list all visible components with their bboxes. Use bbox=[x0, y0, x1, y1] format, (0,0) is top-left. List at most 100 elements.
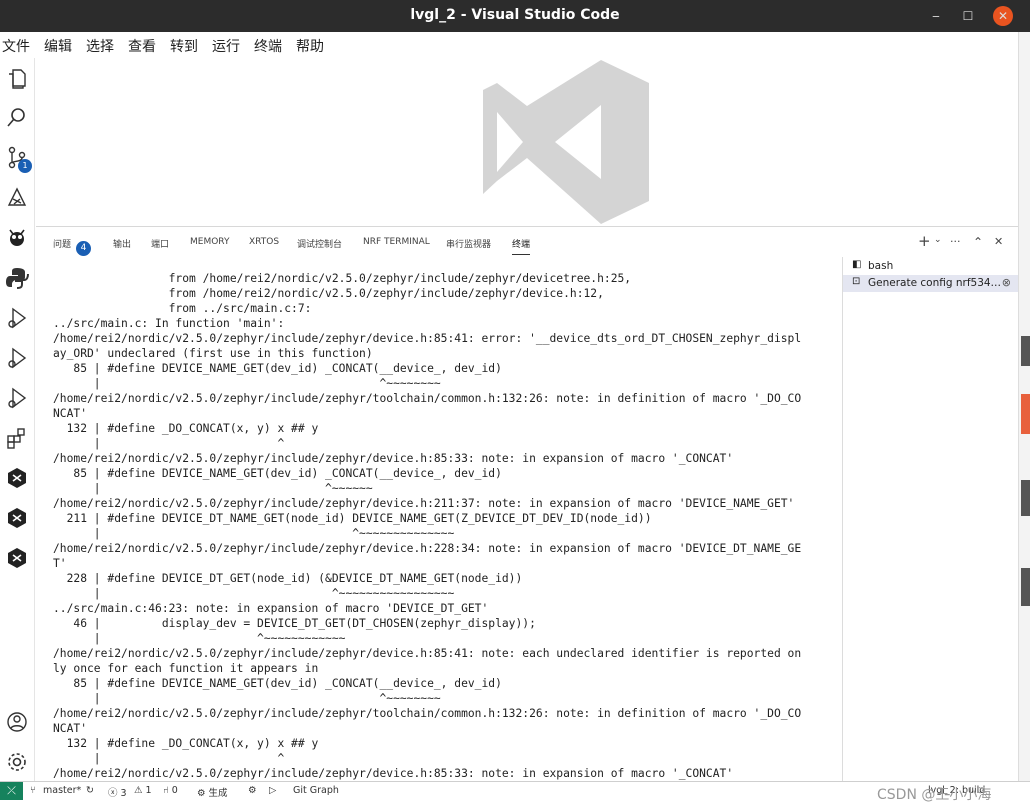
menu-edit[interactable]: 编辑 bbox=[44, 36, 72, 56]
csdn-watermark: CSDN @王小小海 bbox=[877, 787, 992, 803]
menu-selection[interactable]: 选择 bbox=[86, 36, 114, 56]
nordic-icon[interactable] bbox=[4, 465, 30, 491]
git-graph-button[interactable]: Git Graph bbox=[293, 785, 339, 796]
terminal-line: /home/rei2/nordic/v2.5.0/zephyr/include/… bbox=[53, 497, 795, 510]
debug-icon[interactable] bbox=[4, 385, 30, 411]
terminal-line: /home/rei2/nordic/v2.5.0/zephyr/include/… bbox=[53, 647, 802, 660]
terminal-line: | ^ bbox=[53, 752, 285, 765]
tab-nrf-terminal[interactable]: NRF TERMINAL bbox=[363, 237, 430, 247]
menu-terminal[interactable]: 终端 bbox=[254, 36, 282, 56]
maximize-panel-button[interactable]: ⌃ bbox=[973, 235, 983, 249]
terminal-line: | ^ bbox=[53, 437, 285, 450]
minimize-button[interactable]: ‒ bbox=[926, 6, 946, 26]
run-button[interactable]: ▷ bbox=[269, 785, 276, 796]
terminal-item-label: bash bbox=[868, 260, 894, 272]
menu-bar: 文件 编辑 选择 查看 转到 运行 终端 帮助 bbox=[0, 32, 1018, 58]
more-actions-button[interactable]: ··· bbox=[950, 235, 961, 248]
chevron-down-icon[interactable]: ⌄ bbox=[934, 235, 942, 245]
errors-count[interactable]: ⓧ 3 bbox=[108, 785, 127, 799]
tab-xrtos[interactable]: XRTOS bbox=[249, 237, 279, 247]
terminal-line: 228 | #define DEVICE_DT_GET(node_id) (&D… bbox=[53, 572, 523, 585]
terminal-line: /home/rei2/nordic/v2.5.0/zephyr/include/… bbox=[53, 767, 734, 780]
extensions-icon[interactable] bbox=[4, 425, 30, 451]
debug-icon[interactable] bbox=[4, 345, 30, 371]
problems-count-badge: 4 bbox=[76, 241, 92, 256]
terminal-line: ../src/main.c:46:23: note: in expansion … bbox=[53, 602, 489, 615]
background-block bbox=[1021, 336, 1030, 366]
source-control-icon[interactable]: 1 bbox=[4, 145, 32, 173]
tab-output[interactable]: 输出 bbox=[113, 237, 131, 250]
terminal-line: 85 | #define DEVICE_NAME_GET(dev_id) _CO… bbox=[53, 362, 502, 375]
tab-problems-label: 问题 bbox=[53, 240, 72, 250]
menu-run[interactable]: 运行 bbox=[212, 36, 240, 56]
extension-icon[interactable] bbox=[4, 185, 30, 211]
window-title: lvgl_2 - Visual Studio Code bbox=[410, 7, 620, 23]
maximize-button[interactable]: ☐ bbox=[958, 6, 978, 26]
scm-badge: 1 bbox=[18, 159, 32, 173]
kill-terminal-icon[interactable]: ⊗ bbox=[1002, 276, 1011, 289]
debug-icon[interactable] bbox=[4, 305, 30, 331]
tab-debug-console[interactable]: 调试控制台 bbox=[297, 237, 342, 250]
terminal-line: /home/rei2/nordic/v2.5.0/zephyr/include/… bbox=[53, 392, 802, 405]
terminal-line: | ^~~~~~~~~~~~~~~~~~ bbox=[53, 587, 455, 600]
explorer-icon[interactable] bbox=[4, 65, 30, 91]
git-branch-icon: ⑂ bbox=[30, 785, 36, 796]
terminal-line: NCAT' bbox=[53, 722, 88, 735]
terminal-icon: ◧ bbox=[852, 259, 862, 270]
branch-label[interactable]: master* bbox=[43, 785, 81, 796]
terminal-line: | ^~~~~~~~~~~~~~~ bbox=[53, 527, 455, 540]
tab-terminal[interactable]: 终端 bbox=[512, 237, 531, 255]
terminal-line: from ../src/main.c:7: bbox=[53, 302, 312, 315]
editor-area[interactable] bbox=[36, 58, 1018, 226]
window-titlebar: lvgl_2 - Visual Studio Code ‒ ☐ ✕ bbox=[0, 0, 1030, 32]
activity-bar: 1 bbox=[0, 58, 35, 781]
menu-file[interactable]: 文件 bbox=[2, 36, 30, 56]
tab-serial-monitor[interactable]: 串行监视器 bbox=[446, 237, 491, 250]
menu-go[interactable]: 转到 bbox=[170, 36, 198, 56]
terminal-line: /home/rei2/nordic/v2.5.0/zephyr/include/… bbox=[53, 707, 802, 720]
sync-icon[interactable]: ↻ bbox=[86, 785, 94, 796]
bug-icon[interactable] bbox=[4, 225, 30, 251]
account-icon[interactable] bbox=[4, 709, 30, 735]
terminal-line: 85 | #define DEVICE_NAME_GET(dev_id) _CO… bbox=[53, 677, 502, 690]
new-terminal-button[interactable]: + bbox=[918, 232, 931, 250]
terminal-line: ../src/main.c: In function 'main': bbox=[53, 317, 285, 330]
terminal-line: NCAT' bbox=[53, 407, 88, 420]
tab-ports[interactable]: 端口 bbox=[151, 237, 169, 250]
close-button[interactable]: ✕ bbox=[993, 6, 1013, 26]
search-icon[interactable] bbox=[4, 105, 30, 131]
terminal-item-bash[interactable]: ◧ bash bbox=[843, 258, 1019, 275]
tab-memory[interactable]: MEMORY bbox=[190, 237, 229, 247]
terminal-line: 132 | #define _DO_CONCAT(x, y) x ## y bbox=[53, 737, 319, 750]
terminal-item-label: Generate config nrf534… bbox=[868, 277, 1002, 289]
warnings-count[interactable]: ⚠ 1 bbox=[134, 785, 152, 796]
terminal-line: | ^~~~~~~~~ bbox=[53, 377, 441, 390]
terminal-line: from /home/rei2/nordic/v2.5.0/zephyr/inc… bbox=[53, 287, 604, 300]
terminal-line: from /home/rei2/nordic/v2.5.0/zephyr/inc… bbox=[53, 272, 632, 285]
terminal-output[interactable]: from /home/rei2/nordic/v2.5.0/zephyr/inc… bbox=[53, 271, 828, 782]
terminal-line: /home/rei2/nordic/v2.5.0/zephyr/include/… bbox=[53, 452, 734, 465]
terminal-line: 211 | #define DEVICE_DT_NAME_GET(node_id… bbox=[53, 512, 652, 525]
terminal-list: ◧ bash ⊡ Generate config nrf534… ⊗ bbox=[842, 257, 1019, 782]
background-window-edge bbox=[1018, 32, 1030, 781]
nordic-icon[interactable] bbox=[4, 505, 30, 531]
bottom-panel: 问题 4 输出 端口 MEMORY XRTOS 调试控制台 NRF TERMINA… bbox=[36, 226, 1019, 782]
python-icon[interactable] bbox=[4, 265, 30, 291]
terminal-line: 46 | display_dev = DEVICE_DT_GET(DT_CHOS… bbox=[53, 617, 536, 630]
nordic-icon[interactable] bbox=[4, 545, 30, 571]
ports-count[interactable]: ⑁ 0 bbox=[163, 785, 178, 796]
tab-problems[interactable]: 问题 4 bbox=[53, 237, 92, 256]
menu-help[interactable]: 帮助 bbox=[296, 36, 324, 56]
close-panel-button[interactable]: ✕ bbox=[994, 235, 1003, 248]
terminal-line: | ^~~~~~~~~ bbox=[53, 692, 441, 705]
remote-indicator-button[interactable]: ⤫ bbox=[0, 782, 23, 800]
background-block bbox=[1021, 480, 1030, 516]
gear-icon[interactable] bbox=[4, 749, 30, 775]
build-button[interactable]: ⚙ 生成 bbox=[197, 785, 228, 799]
terminal-line: T' bbox=[53, 557, 67, 570]
menu-view[interactable]: 查看 bbox=[128, 36, 156, 56]
panel-tab-bar: 问题 4 输出 端口 MEMORY XRTOS 调试控制台 NRF TERMINA… bbox=[36, 227, 1018, 257]
terminal-item-generate-config[interactable]: ⊡ Generate config nrf534… ⊗ bbox=[843, 275, 1019, 292]
debug-button[interactable]: ⚙ bbox=[248, 785, 257, 796]
terminal-line: /home/rei2/nordic/v2.5.0/zephyr/include/… bbox=[53, 332, 802, 345]
